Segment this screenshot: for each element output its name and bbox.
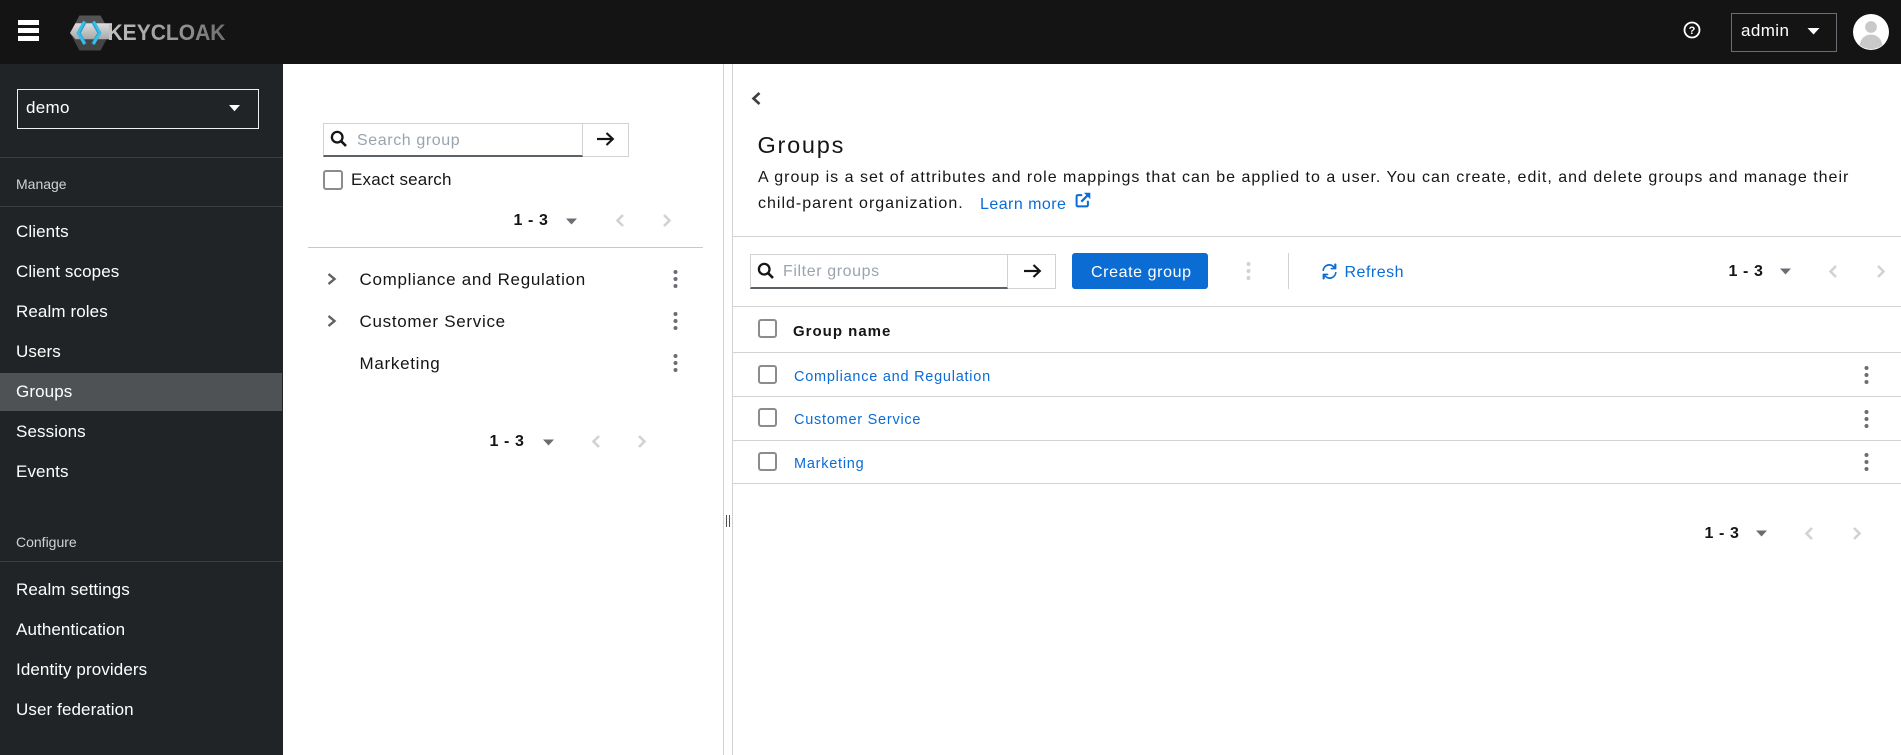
svg-text:?: ? [1689,25,1696,37]
svg-text:KEYCLOAK: KEYCLOAK [108,20,226,45]
